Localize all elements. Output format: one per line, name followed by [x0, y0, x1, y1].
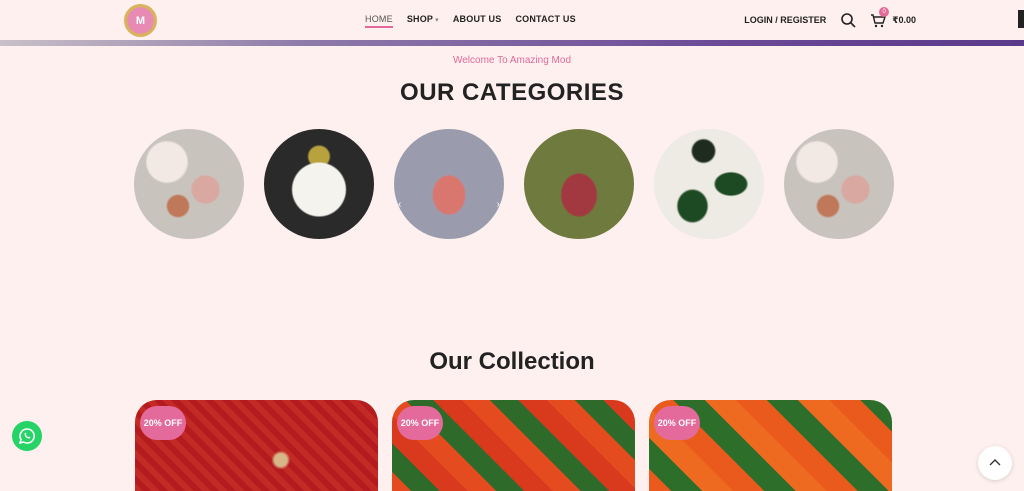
discount-badge: 20% OFF [140, 406, 186, 440]
discount-badge: 20% OFF [397, 406, 443, 440]
collection-grid: 20% OFF 20% OFF 20% OFF [135, 400, 892, 491]
chevron-up-icon[interactable] [978, 446, 1012, 480]
cart-icon[interactable]: 0 [870, 7, 890, 28]
product-card[interactable]: 20% OFF [135, 400, 378, 491]
nav-shop-label: SHOP [406, 14, 434, 24]
cart-count-badge: 0 [879, 7, 890, 17]
category-item[interactable] [784, 129, 894, 239]
nav-home[interactable]: HOME [365, 14, 393, 28]
announcement-bar [0, 40, 1024, 46]
carousel-prev-icon[interactable]: ‹ [398, 199, 401, 210]
category-item[interactable] [264, 129, 374, 239]
search-icon[interactable] [840, 12, 856, 28]
chevron-down-icon: ▾ [435, 17, 439, 24]
category-item[interactable] [654, 129, 764, 239]
site-header: M HOME SHOP ▾ ABOUT US CONTACT US LOGIN /… [0, 0, 1024, 40]
site-logo[interactable]: M [124, 4, 157, 37]
category-item[interactable]: ‹ › [394, 129, 504, 239]
collection-title: Our Collection [429, 348, 595, 375]
category-item[interactable] [134, 129, 244, 239]
welcome-text: Welcome To Amazing Mod [452, 55, 572, 66]
nav-contact-us[interactable]: CONTACT US [515, 14, 575, 24]
product-card[interactable]: 20% OFF [392, 400, 635, 491]
main-nav: HOME SHOP ▾ ABOUT US CONTACT US [365, 14, 576, 28]
header-tools: LOGIN / REGISTER 0 ₹0.00 [744, 7, 916, 28]
edge-widget-icon[interactable] [1018, 10, 1024, 28]
logo-text: M [135, 14, 146, 27]
product-card[interactable]: 20% OFF [649, 400, 892, 491]
categories-title: OUR CATEGORIES [400, 79, 624, 106]
discount-badge: 20% OFF [654, 406, 700, 440]
cart-total[interactable]: ₹0.00 [892, 15, 916, 26]
login-register-link[interactable]: LOGIN / REGISTER [744, 15, 826, 25]
carousel-next-icon[interactable]: › [497, 199, 500, 210]
nav-about-us[interactable]: ABOUT US [453, 14, 502, 24]
whatsapp-icon[interactable] [12, 421, 42, 451]
category-item[interactable] [524, 129, 634, 239]
nav-shop[interactable]: SHOP ▾ [407, 14, 439, 24]
categories-carousel: ‹ › [134, 129, 894, 239]
